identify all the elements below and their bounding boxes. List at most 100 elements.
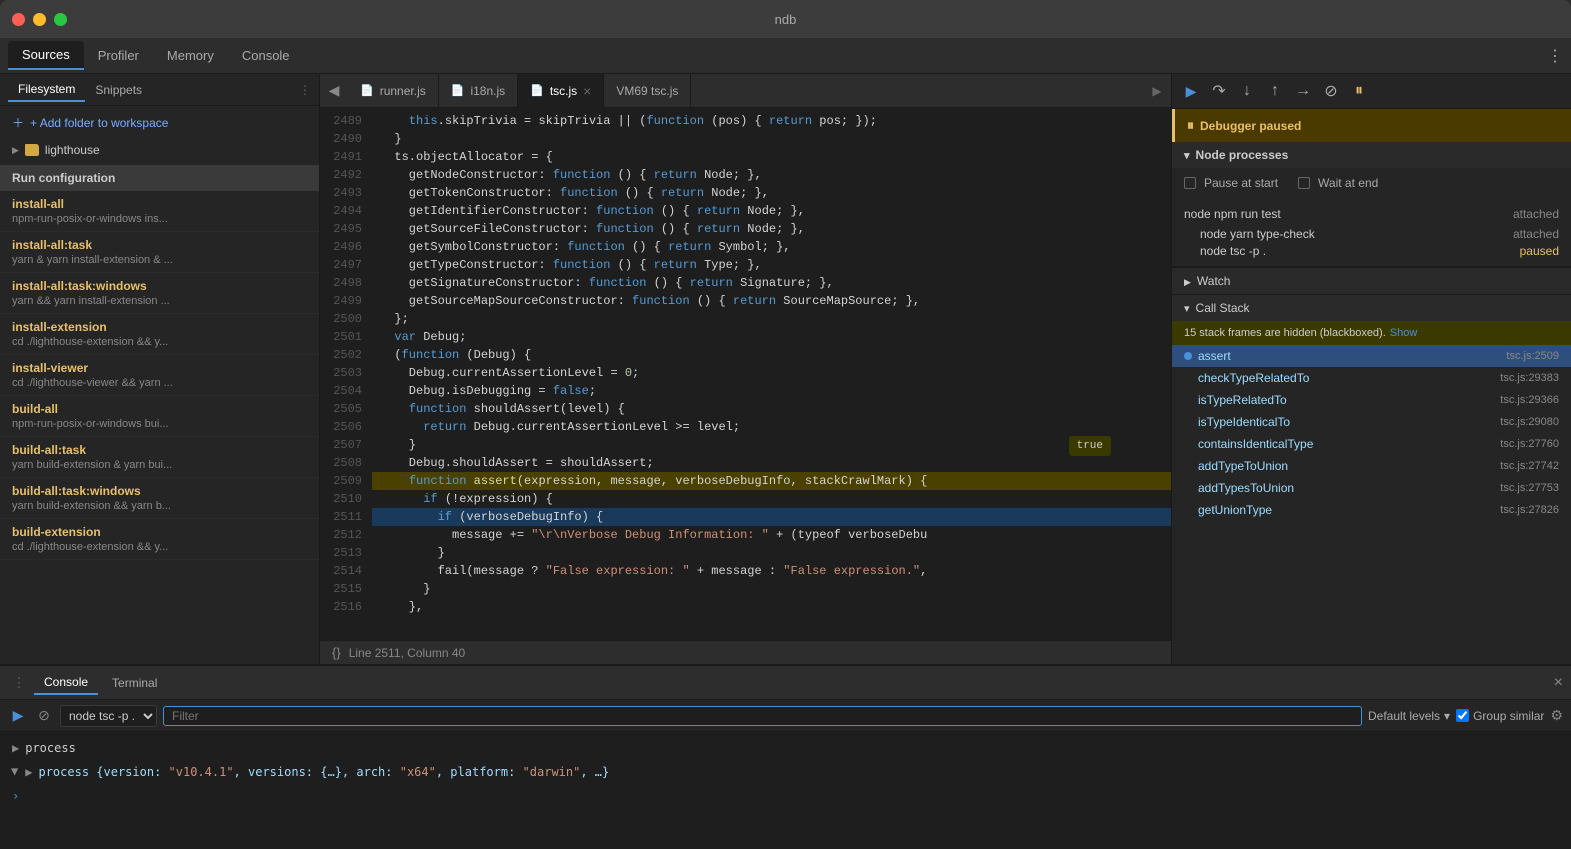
stack-frame-isTypeRelatedTo[interactable]: isTypeRelatedTo tsc.js:29366 bbox=[1172, 389, 1571, 411]
stack-frame-isTypeIdenticalTo[interactable]: isTypeIdenticalTo tsc.js:29080 bbox=[1172, 411, 1571, 433]
sidebar-tab-filesystem[interactable]: Filesystem bbox=[8, 78, 85, 102]
code-editor[interactable]: 2489249024912492 2493249424952496 249724… bbox=[320, 108, 1171, 640]
run-item-install-extension[interactable]: install-extension cd ./lighthouse-extens… bbox=[0, 314, 319, 355]
line-numbers: 2489249024912492 2493249424952496 249724… bbox=[320, 108, 372, 640]
expand-arrow-icon[interactable]: ▶ bbox=[12, 739, 19, 757]
console-node-select[interactable]: node tsc -p . bbox=[60, 705, 157, 727]
code-line: getSignatureConstructor: function () { r… bbox=[372, 274, 1171, 292]
code-line: } bbox=[372, 130, 1171, 148]
close-button[interactable] bbox=[12, 13, 25, 26]
deactivate-button[interactable]: ⊘ bbox=[1320, 80, 1342, 102]
process-item-yarn-type-check[interactable]: node yarn type-check attached bbox=[1184, 224, 1559, 241]
more-options-icon[interactable]: ⋮ bbox=[1547, 46, 1563, 66]
step-out-button[interactable]: ↑ bbox=[1264, 80, 1286, 102]
expanded-arrow-icon[interactable]: ▶ bbox=[7, 768, 25, 775]
tab-profiler[interactable]: Profiler bbox=[84, 42, 153, 69]
editor-tab-tsc-js[interactable]: 📄 tsc.js × bbox=[518, 74, 604, 108]
main-layout: Filesystem Snippets ⋮ ＋ + Add folder to … bbox=[0, 74, 1571, 664]
step-button[interactable]: → bbox=[1292, 80, 1314, 102]
editor-tab-runner-js[interactable]: 📄 runner.js bbox=[348, 74, 439, 108]
code-line: this.skipTrivia = skipTrivia || (functio… bbox=[372, 112, 1171, 130]
sidebar-more-icon[interactable]: ⋮ bbox=[299, 83, 311, 97]
stack-frame-addTypesToUnion[interactable]: addTypesToUnion tsc.js:27753 bbox=[1172, 477, 1571, 499]
pause-exceptions-button[interactable]: ⏸ bbox=[1348, 80, 1370, 102]
stack-frame-checkTypeRelatedTo[interactable]: checkTypeRelatedTo tsc.js:29383 bbox=[1172, 367, 1571, 389]
sidebar-tab-snippets[interactable]: Snippets bbox=[85, 79, 152, 101]
add-folder-button[interactable]: ＋ + Add folder to workspace bbox=[0, 106, 319, 139]
chevron-down-icon bbox=[1184, 148, 1190, 162]
console-area: ⋮ Console Terminal × ▶ ⊘ node tsc -p . D… bbox=[0, 664, 1571, 849]
step-into-button[interactable]: ↓ bbox=[1236, 80, 1258, 102]
code-line: }true bbox=[372, 436, 1171, 454]
pause-icon: ⏸ bbox=[1187, 117, 1194, 134]
process-item-npm-test[interactable]: node npm run test attached bbox=[1184, 204, 1559, 224]
console-levels-dropdown[interactable]: Default levels ▾ bbox=[1368, 709, 1450, 723]
console-kebab-icon[interactable]: ⋮ bbox=[8, 672, 30, 694]
debugger-toolbar: ▶ ↷ ↓ ↑ → ⊘ ⏸ bbox=[1172, 74, 1571, 109]
console-toolbar: ▶ ⊘ node tsc -p . Default levels ▾ Group… bbox=[0, 700, 1571, 732]
console-prompt-line[interactable]: › bbox=[0, 784, 1571, 808]
tab-console[interactable]: Console bbox=[228, 42, 304, 69]
run-item-install-all-task[interactable]: install-all:task yarn & yarn install-ext… bbox=[0, 232, 319, 273]
folder-label: lighthouse bbox=[45, 143, 100, 157]
step-over-button[interactable]: ↷ bbox=[1208, 80, 1230, 102]
run-item-build-extension[interactable]: build-extension cd ./lighthouse-extensio… bbox=[0, 519, 319, 560]
console-close-button[interactable]: × bbox=[1554, 674, 1563, 692]
console-filter-input[interactable] bbox=[163, 706, 1362, 726]
console-tab-terminal[interactable]: Terminal bbox=[102, 672, 167, 694]
minimize-button[interactable] bbox=[33, 13, 46, 26]
stack-frame-addTypeToUnion[interactable]: addTypeToUnion tsc.js:27742 bbox=[1172, 455, 1571, 477]
editor-tab-end[interactable]: ▶ bbox=[1143, 74, 1171, 108]
resume-button[interactable]: ▶ bbox=[1180, 80, 1202, 102]
code-line: Debug.isDebugging = false; bbox=[372, 382, 1171, 400]
expand-inner-icon[interactable]: ▶ bbox=[25, 763, 32, 781]
run-item-install-all[interactable]: install-all npm-run-posix-or-windows ins… bbox=[0, 191, 319, 232]
code-line: fail(message ? "False expression: " + me… bbox=[372, 562, 1171, 580]
watch-header[interactable]: Watch bbox=[1172, 267, 1571, 294]
call-stack-header[interactable]: Call Stack bbox=[1172, 294, 1571, 321]
folder-item-lighthouse[interactable]: lighthouse bbox=[0, 139, 319, 161]
run-item-build-all-task[interactable]: build-all:task yarn build-extension & ya… bbox=[0, 437, 319, 478]
stack-frame-getUnionType[interactable]: getUnionType tsc.js:27826 bbox=[1172, 499, 1571, 521]
pause-at-start-checkbox[interactable] bbox=[1184, 177, 1196, 189]
console-prompt-icon: › bbox=[12, 787, 19, 805]
console-settings-icon[interactable]: ⚙ bbox=[1550, 707, 1563, 724]
node-processes-header[interactable]: Node processes bbox=[1172, 142, 1571, 168]
editor-tab-vm69-tsc-js[interactable]: VM69 tsc.js bbox=[604, 74, 691, 108]
window-controls bbox=[12, 13, 67, 26]
code-line: return Debug.currentAssertionLevel >= le… bbox=[372, 418, 1171, 436]
watch-label: Watch bbox=[1197, 274, 1231, 288]
console-tab-console[interactable]: Console bbox=[34, 671, 98, 695]
status-position: Line 2511, Column 40 bbox=[349, 646, 466, 660]
editor-tab-i18n-js[interactable]: 📄 i18n.js bbox=[439, 74, 518, 108]
sidebar: Filesystem Snippets ⋮ ＋ + Add folder to … bbox=[0, 74, 320, 664]
code-line: function shouldAssert(level) { bbox=[372, 400, 1171, 418]
process-list: node npm run test attached node yarn typ… bbox=[1172, 204, 1571, 266]
stack-frame-containsIdenticalType[interactable]: containsIdenticalType tsc.js:27760 bbox=[1172, 433, 1571, 455]
wait-at-end-checkbox[interactable] bbox=[1298, 177, 1310, 189]
run-item-build-all[interactable]: build-all npm-run-posix-or-windows bui..… bbox=[0, 396, 319, 437]
tab-sources[interactable]: Sources bbox=[8, 41, 84, 70]
tab-memory[interactable]: Memory bbox=[153, 42, 228, 69]
stack-frame-assert[interactable]: assert tsc.js:2509 bbox=[1172, 345, 1571, 367]
group-similar-checkbox[interactable] bbox=[1456, 709, 1469, 722]
run-item-install-viewer[interactable]: install-viewer cd ./lighthouse-viewer &&… bbox=[0, 355, 319, 396]
code-line: (function (Debug) { bbox=[372, 346, 1171, 364]
close-tab-icon[interactable]: × bbox=[583, 84, 591, 98]
node-processes-label: Node processes bbox=[1196, 148, 1289, 162]
editor-nav-back[interactable]: ◀ bbox=[320, 74, 348, 108]
process-item-tsc[interactable]: node tsc -p . paused bbox=[1184, 241, 1559, 258]
maximize-button[interactable] bbox=[54, 13, 67, 26]
console-run-button[interactable]: ▶ bbox=[8, 706, 28, 726]
paused-text: Debugger paused bbox=[1200, 119, 1301, 133]
run-item-install-all-task-windows[interactable]: install-all:task:windows yarn && yarn in… bbox=[0, 273, 319, 314]
run-item-build-all-task-windows[interactable]: build-all:task:windows yarn build-extens… bbox=[0, 478, 319, 519]
file-icon: 📄 bbox=[360, 84, 374, 97]
console-header: ⋮ Console Terminal × bbox=[0, 666, 1571, 700]
active-frame-dot bbox=[1184, 352, 1192, 360]
console-stop-button[interactable]: ⊘ bbox=[34, 706, 54, 726]
debugger-paused-banner: ⏸ Debugger paused bbox=[1172, 109, 1571, 142]
code-line: getNodeConstructor: function () { return… bbox=[372, 166, 1171, 184]
show-frames-link[interactable]: Show bbox=[1390, 327, 1418, 339]
titlebar: ndb bbox=[0, 0, 1571, 38]
